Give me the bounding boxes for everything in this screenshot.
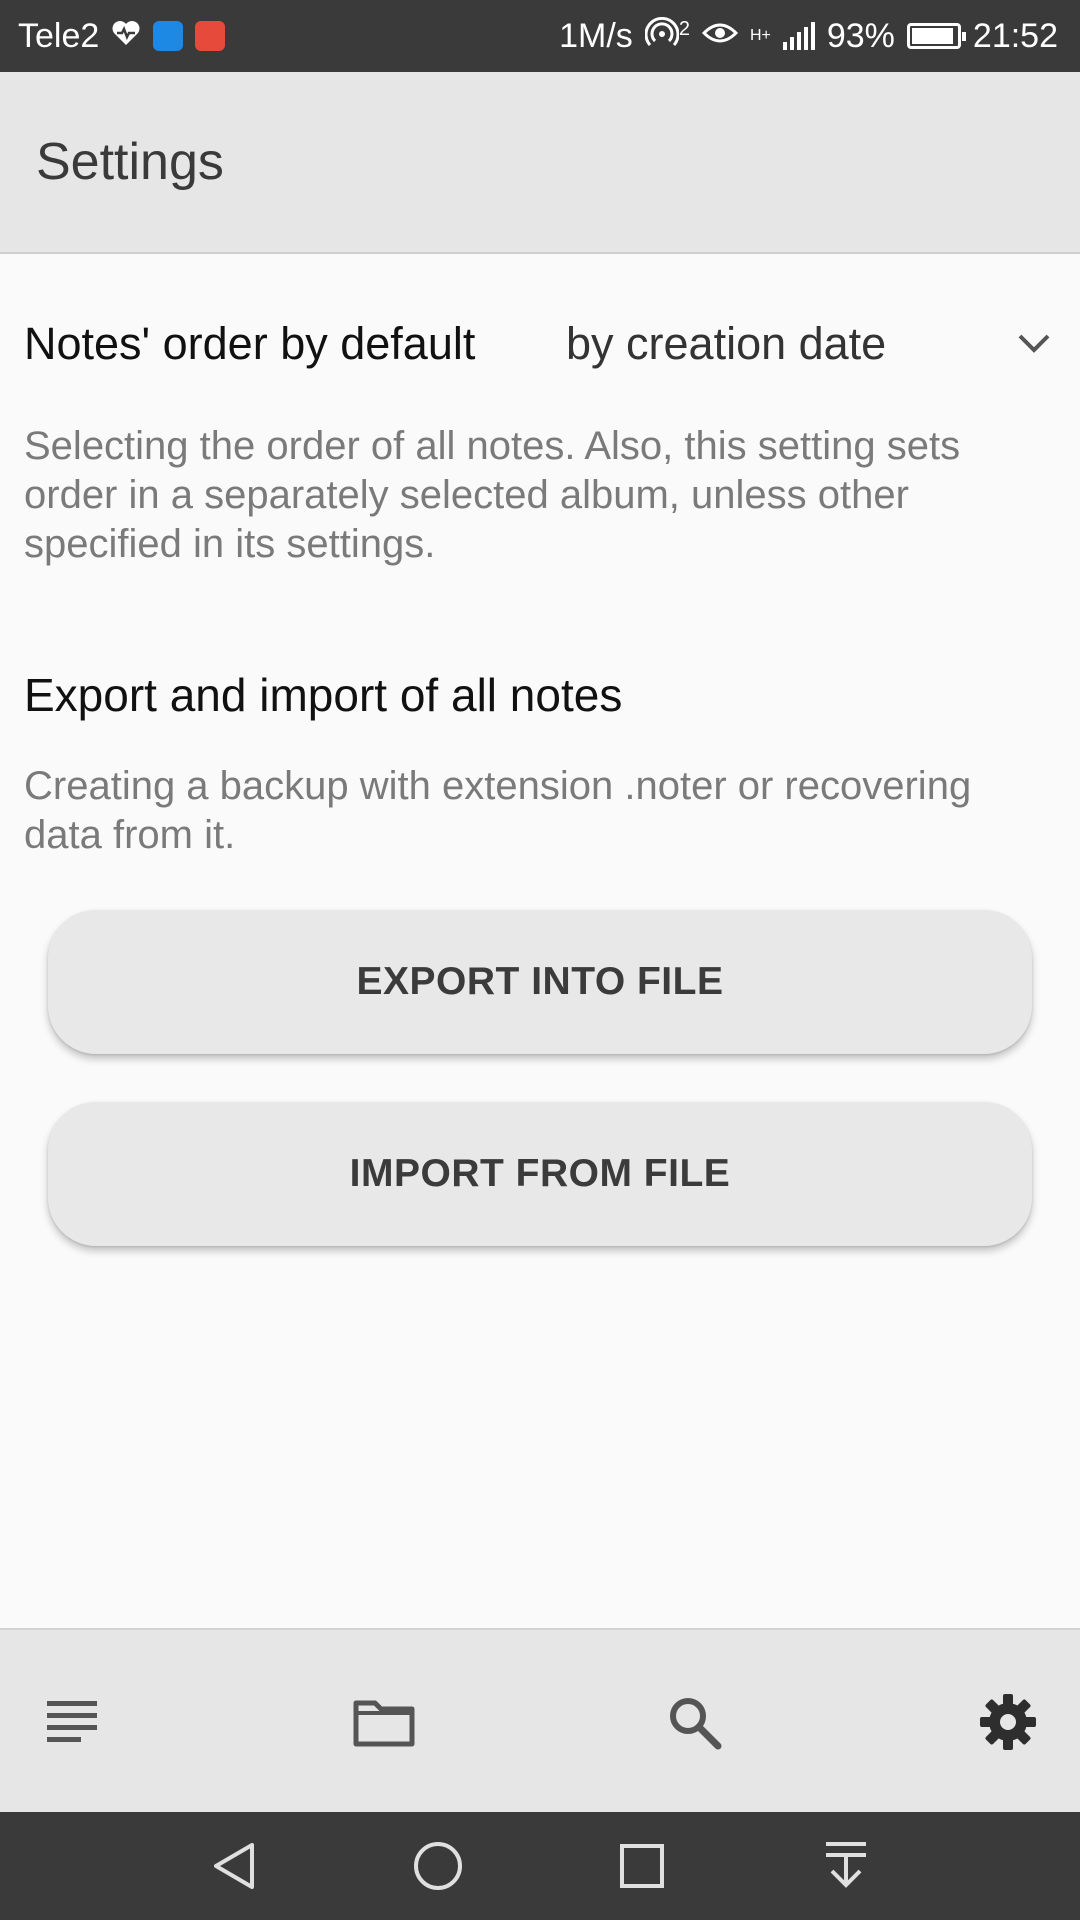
export-import-description: Creating a backup with extension .noter … [24,764,972,857]
recent-apps-icon [620,1844,664,1888]
health-icon [111,17,141,56]
notes-order-value: by creation date [566,318,887,369]
notes-list-icon [47,1701,97,1742]
battery-percent: 93% [826,16,895,55]
export-import-title: Export and import of all notes [24,669,623,721]
system-recents-button[interactable] [602,1826,682,1906]
chevron-down-icon [1018,334,1050,353]
import-from-file-button[interactable]: IMPORT FROM FILE [48,1102,1032,1246]
network-type: H+ [749,27,771,44]
system-home-button[interactable] [398,1826,478,1906]
carrier-name: Tele2 [18,16,100,55]
home-icon [414,1842,462,1890]
status-bar-left: Tele2 [18,16,226,56]
nav-albums-button[interactable] [284,1630,484,1814]
back-icon [214,1843,254,1889]
status-bar-right: 1M/s 2 H+ 93% 21:52 [559,16,1058,56]
hotspot-count: 2 [678,17,690,40]
search-icon [670,1698,722,1750]
gear-icon [980,1694,1036,1750]
folder-icon [353,1700,415,1747]
export-into-file-button[interactable]: EXPORT INTO FILE [48,910,1032,1054]
signal-icon [782,22,815,50]
bottom-navigation [0,1628,1080,1812]
eye-comfort-icon [701,17,739,56]
clock: 21:52 [972,16,1058,55]
system-back-button[interactable] [194,1826,274,1906]
system-notification-drawer-button[interactable] [806,1826,886,1906]
notes-order-description: Selecting the order of all notes. Also, … [24,424,961,566]
notes-order-dropdown[interactable]: by creation date [540,296,1080,392]
battery-icon [906,23,966,49]
notification-drawer-icon [826,1842,866,1888]
mail-app-icon [195,21,226,51]
app-bar: Settings [0,72,1080,254]
nav-notes-button[interactable] [0,1630,172,1814]
shield-app-icon [153,21,184,51]
notes-order-label: Notes' order by default [24,318,476,369]
notes-order-row: Notes' order by default by creation date [0,296,1080,392]
nav-settings-button[interactable] [908,1630,1080,1814]
page-title: Settings [36,133,224,191]
system-navigation-bar [0,1812,1080,1920]
hotspot-icon [644,16,680,56]
network-speed: 1M/s [559,16,633,55]
status-bar: Tele2 1M/s 2 H+ 93% 21:52 [0,0,1080,72]
nav-search-button[interactable] [594,1630,794,1814]
